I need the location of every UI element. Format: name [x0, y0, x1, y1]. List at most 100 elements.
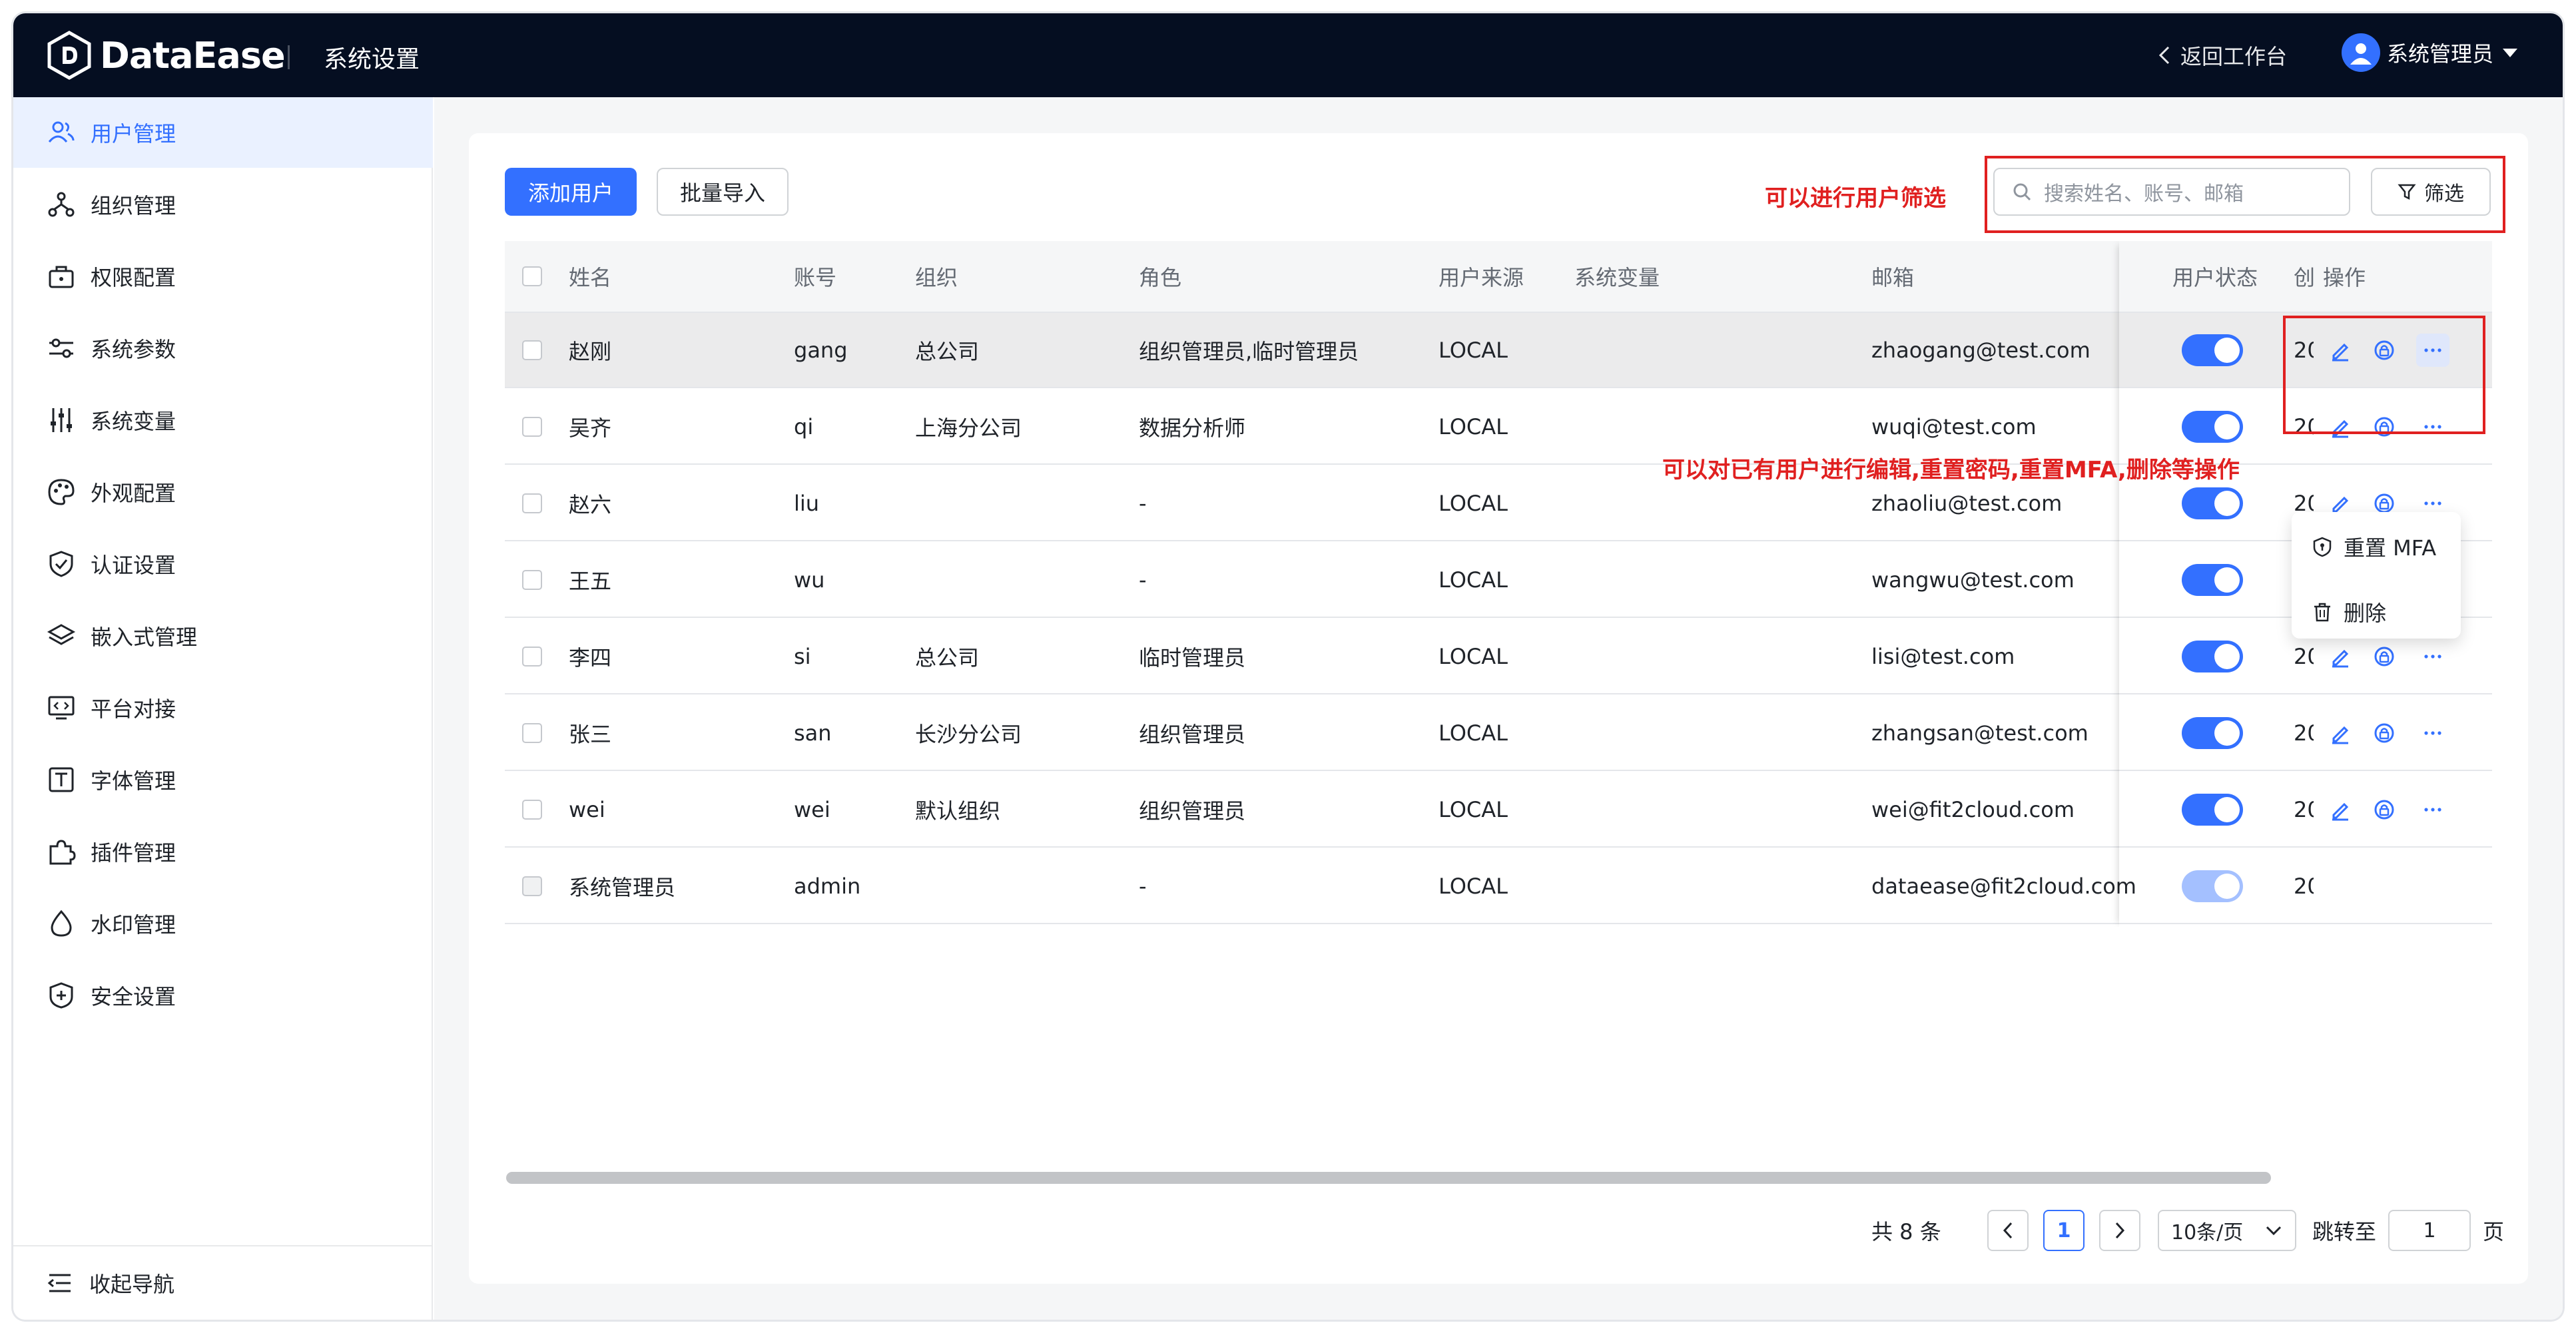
user-menu[interactable]: 系统管理员 — [2342, 33, 2520, 72]
sidebar-item-fonts[interactable]: 字体管理 — [13, 744, 433, 815]
total-count: 共 8 条 — [1871, 1219, 1941, 1244]
row-checkbox[interactable] — [522, 340, 542, 360]
user-name-cell: 李四 — [569, 645, 612, 670]
select-all-checkbox[interactable] — [522, 266, 542, 286]
reset-mfa-menu-item[interactable]: 重置 MFA — [2292, 520, 2461, 573]
next-page-button[interactable] — [2099, 1210, 2140, 1251]
lock-briefcase-icon — [49, 266, 74, 288]
collapse-nav-button[interactable]: 收起导航 — [13, 1245, 433, 1320]
role-cell: - — [1139, 490, 1147, 516]
role-cell: 组织管理员 — [1139, 721, 1246, 747]
chevron-left-icon — [2003, 1222, 2013, 1239]
row-checkbox[interactable] — [522, 416, 542, 437]
shield-plus-icon — [49, 982, 73, 1009]
sidebar-item-auth[interactable]: 认证设置 — [13, 529, 433, 599]
page-size-select[interactable]: 10条/页 — [2158, 1210, 2296, 1251]
role-cell: 组织管理员,临时管理员 — [1139, 338, 1359, 364]
top-bar: DataEase 系统设置 返回工作台 系统管理员 — [13, 13, 2563, 97]
email-cell: zhaogang@test.com — [1871, 337, 2091, 363]
sidebar-item-embedded[interactable]: 嵌入式管理 — [13, 601, 433, 671]
sidebar-item-security[interactable]: 安全设置 — [13, 960, 433, 1031]
sidebar-item-permissions[interactable]: 权限配置 — [13, 241, 433, 312]
user-name: 系统管理员 — [2387, 41, 2494, 67]
palette-icon — [48, 479, 75, 505]
sidebar-item-label: 外观配置 — [91, 481, 176, 506]
shield-key-icon — [2313, 537, 2332, 557]
sidebar-item-system-variables[interactable]: 系统变量 — [13, 385, 433, 455]
sidebar-item-label: 组织管理 — [91, 193, 176, 218]
sidebar-item-system-params[interactable]: 系统参数 — [13, 313, 433, 384]
page-title: 系统设置 — [324, 46, 420, 73]
chevron-down-icon — [2266, 1226, 2282, 1236]
users-icon — [48, 121, 75, 142]
brand[interactable]: DataEase — [47, 31, 286, 80]
org-cell: 总公司 — [915, 338, 980, 364]
source-cell: LOCAL — [1439, 796, 1508, 822]
role-cell: - — [1139, 873, 1147, 899]
sidebar-item-users[interactable]: 用户管理 — [13, 97, 433, 168]
col-account: 账号 — [794, 265, 837, 290]
filter-annotation: 可以进行用户筛选 — [1765, 185, 1946, 212]
sidebar-item-platform[interactable]: 平台对接 — [13, 672, 433, 743]
horizontal-scrollbar[interactable] — [506, 1172, 2271, 1184]
org-cell: 长沙分公司 — [915, 721, 1022, 747]
email-cell: lisi@test.com — [1871, 643, 2015, 669]
font-icon — [49, 767, 74, 792]
vertical-sliders-icon — [51, 408, 72, 432]
droplet-icon — [51, 910, 72, 937]
sidebar-item-appearance[interactable]: 外观配置 — [13, 457, 433, 527]
sidebar-item-label: 权限配置 — [91, 265, 176, 290]
user-name-cell: 张三 — [569, 721, 612, 747]
delete-menu-item[interactable]: 删除 — [2292, 585, 2461, 639]
source-cell: LOCAL — [1439, 643, 1508, 669]
trash-icon — [2314, 603, 2330, 622]
sidebar-item-plugins[interactable]: 插件管理 — [13, 816, 433, 887]
sidebar-item-label: 系统参数 — [91, 337, 176, 362]
goto-label: 跳转至 — [2312, 1219, 2377, 1244]
page-number-current[interactable]: 1 — [2043, 1210, 2085, 1251]
user-list-card: 添加用户 批量导入 可以进行用户筛选 搜索姓名、账号、邮箱 筛选 姓名 账号 组… — [469, 133, 2528, 1284]
row-checkbox[interactable] — [522, 646, 542, 666]
org-cell: 上海分公司 — [915, 415, 1022, 441]
account-cell: liu — [794, 490, 820, 516]
ops-annotation: 可以对已有用户进行编辑,重置密码,重置MFA,删除等操作 — [1662, 457, 2240, 483]
dataease-logo-icon — [47, 31, 91, 80]
source-cell: LOCAL — [1439, 337, 1508, 363]
source-cell: LOCAL — [1439, 567, 1508, 593]
org-cell: 默认组织 — [915, 798, 1001, 824]
source-cell: LOCAL — [1439, 490, 1508, 516]
user-name-cell: 赵六 — [569, 491, 612, 517]
reset-mfa-label: 重置 MFA — [2344, 535, 2437, 561]
row-checkbox[interactable] — [522, 722, 542, 743]
role-cell: 组织管理员 — [1139, 798, 1246, 824]
user-name-cell: 吴齐 — [569, 415, 612, 441]
sidebar-item-label: 平台对接 — [91, 696, 176, 722]
account-cell: qi — [794, 413, 814, 439]
sidebar-item-org[interactable]: 组织管理 — [13, 169, 433, 240]
batch-import-button[interactable]: 批量导入 — [657, 168, 789, 216]
collapse-menu-icon — [47, 1274, 71, 1292]
layers-icon — [47, 624, 76, 645]
email-cell: wangwu@test.com — [1871, 567, 2075, 593]
org-cell: 总公司 — [915, 645, 980, 670]
account-cell: admin — [794, 873, 861, 899]
sidebar-item-label: 水印管理 — [91, 912, 176, 937]
back-to-workbench-link[interactable]: 返回工作台 — [2156, 40, 2287, 71]
user-table: 姓名 账号 组织 角色 用户来源 系统变量 邮箱 用户状态 创 操作 赵刚 gan… — [505, 241, 2492, 927]
goto-page-input[interactable]: 1 — [2388, 1210, 2471, 1251]
col-name: 姓名 — [569, 265, 612, 290]
user-name-cell: 赵刚 — [569, 338, 612, 364]
row-checkbox[interactable] — [522, 493, 542, 513]
role-cell: 临时管理员 — [1139, 645, 1246, 670]
sidebar-item-watermark[interactable]: 水印管理 — [13, 888, 433, 959]
prev-page-button[interactable] — [1987, 1210, 2029, 1251]
row-checkbox[interactable] — [522, 799, 542, 820]
page-suffix: 页 — [2483, 1219, 2505, 1244]
row-checkbox[interactable] — [522, 569, 542, 590]
add-user-button[interactable]: 添加用户 — [505, 168, 637, 216]
monitor-code-icon — [48, 696, 75, 720]
role-cell: - — [1139, 567, 1147, 593]
page-size-value: 10条/页 — [2171, 1221, 2244, 1244]
more-actions-dropdown: 重置 MFA 删除 — [2292, 512, 2461, 639]
back-label: 返回工作台 — [2180, 44, 2288, 69]
